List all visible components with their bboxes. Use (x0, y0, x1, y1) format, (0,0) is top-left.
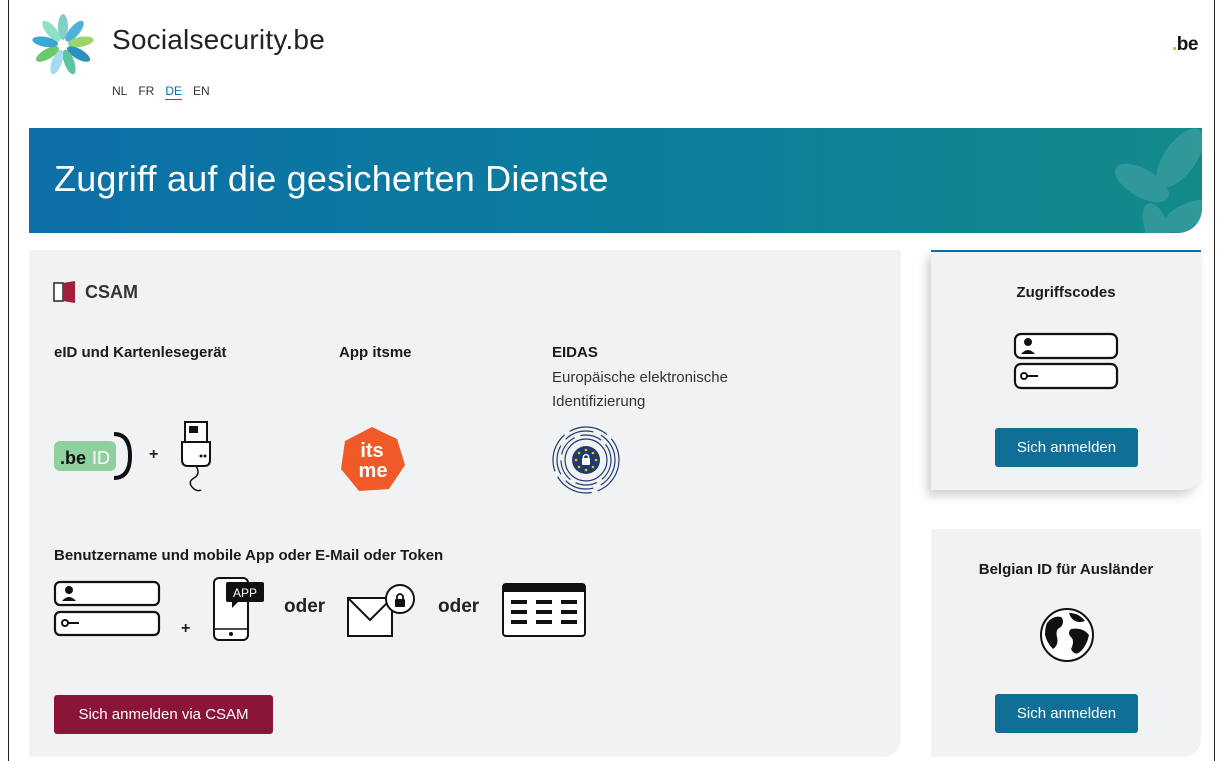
language-fr[interactable]: FR (138, 84, 154, 100)
method-eid-title: eID und Kartenlesegerät (54, 344, 227, 361)
itsme-its-text: its (360, 440, 383, 462)
language-en[interactable]: EN (193, 84, 210, 100)
page-title: Zugriff auf die gesicherten Dienste (54, 158, 609, 199)
itsme-me-text: me (359, 460, 388, 482)
language-de[interactable]: DE (165, 84, 183, 100)
csam-logo-text: CSAM (85, 281, 138, 302)
csam-logo: CSAM (53, 281, 138, 303)
globe-icon (1040, 608, 1094, 662)
language-switcher: NL FR DE EN (112, 84, 210, 100)
language-nl[interactable]: NL (112, 84, 127, 100)
method-itsme-title: App itsme (339, 344, 412, 361)
beid-card-icon: .be ID (54, 432, 132, 480)
method-eidas-subtitle: Europäische elektronische Identifizierun… (552, 369, 728, 410)
leaf-decoration-icon (1115, 128, 1202, 233)
foreigner-id-login-button[interactable]: Sich anmelden (995, 694, 1138, 733)
site-header: Socialsecurity.be NL FR DE EN .be (0, 0, 1217, 128)
or-label-1: oder (284, 596, 326, 617)
app-badge-text: APP (233, 586, 257, 600)
be-logo-text: be (1176, 34, 1199, 55)
access-codes-title: Zugriffscodes (1016, 284, 1116, 301)
page-banner: Zugriff auf die gesicherten Dienste (29, 128, 1202, 233)
beid-be-text: .be (60, 448, 86, 468)
card-reader-icon (181, 421, 211, 492)
credentials-icon (1013, 332, 1119, 390)
csam-panel: CSAM eID und Kartenlesegerät App itsme E… (29, 250, 901, 757)
belgium-gov-logo[interactable]: .be (1172, 34, 1198, 56)
access-codes-card: Zugriffscodes Sich anmelden (931, 250, 1201, 490)
username-methods-title: Benutzername und mobile App oder E-Mail … (54, 547, 444, 564)
access-codes-login-button[interactable]: Sich anmelden (995, 428, 1138, 467)
foreigner-id-card: Belgian ID für Ausländer Sich anmelden (931, 529, 1201, 757)
method-eidas-title: EIDAS (552, 344, 598, 361)
itsme-logo-icon: its me (341, 427, 405, 491)
beid-id-text: ID (92, 448, 110, 468)
csam-flag-icon (53, 281, 75, 303)
mobile-app-icon: APP (213, 577, 264, 641)
site-title[interactable]: Socialsecurity.be (112, 24, 325, 56)
foreigner-id-title: Belgian ID für Ausländer (978, 561, 1154, 578)
credentials-icon (53, 580, 161, 637)
token-grid-icon (502, 583, 586, 637)
socialsecurity-logo-icon[interactable] (30, 12, 96, 78)
csam-login-button[interactable]: Sich anmelden via CSAM (54, 695, 273, 734)
plus-sign-2: + (181, 620, 191, 637)
email-lock-icon (347, 584, 415, 637)
plus-sign: + (149, 446, 159, 463)
eidas-seal-icon (552, 426, 620, 494)
or-label-2: oder (438, 596, 480, 617)
